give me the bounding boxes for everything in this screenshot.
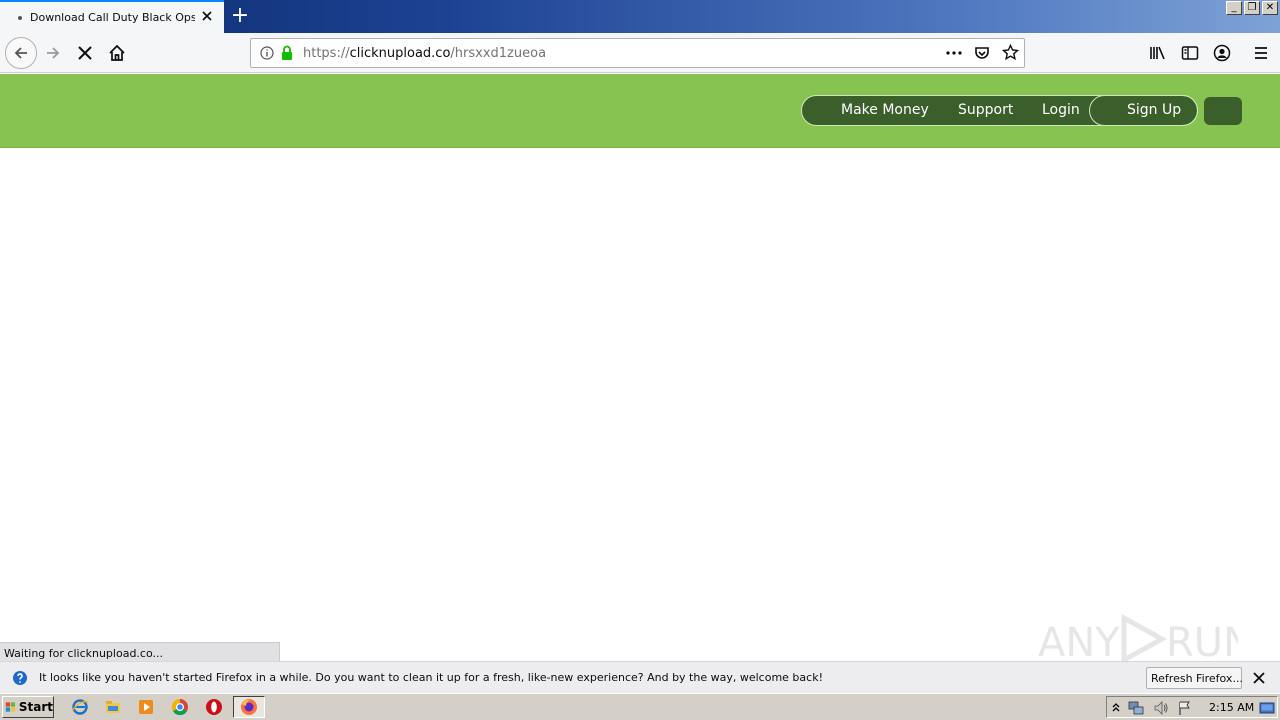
close-notification-icon[interactable] xyxy=(1252,671,1266,685)
home-icon xyxy=(109,44,125,61)
back-arrow-icon xyxy=(14,47,27,59)
question-icon xyxy=(13,671,27,685)
windows-logo-icon xyxy=(5,702,16,712)
forward-arrow-icon xyxy=(47,47,60,59)
menu-button[interactable] xyxy=(1249,41,1273,65)
svg-text:ANY: ANY xyxy=(1038,620,1120,666)
internet-explorer-icon[interactable] xyxy=(71,698,89,716)
taskbar-firefox-button[interactable] xyxy=(233,696,265,718)
show-desktop-icon[interactable] xyxy=(1259,700,1275,716)
volume-icon[interactable] xyxy=(1153,700,1169,716)
firefox-icon xyxy=(241,699,257,715)
status-panel: Waiting for clicknupload.co... xyxy=(0,642,280,662)
url-prefix: https:// xyxy=(303,46,350,61)
close-window-button[interactable]: ✕ xyxy=(1262,1,1278,15)
sidebar-button[interactable] xyxy=(1178,41,1202,65)
opera-icon[interactable] xyxy=(205,698,223,716)
nav-signup: Sign Up xyxy=(1127,102,1182,118)
hamburger-menu-icon xyxy=(1255,47,1267,59)
account-icon xyxy=(1213,44,1231,62)
network-icon[interactable] xyxy=(1128,700,1144,716)
nav-toolbar: https://clicknupload.co/hrsxxd1zueoa xyxy=(0,33,1280,73)
info-icon[interactable] xyxy=(260,46,274,60)
nav-login[interactable]: Login xyxy=(1042,102,1080,118)
window-controls: _ ❐ ✕ xyxy=(1226,1,1278,15)
notification-bar: It looks like you haven't started Firefo… xyxy=(0,661,1280,693)
close-tab-icon[interactable] xyxy=(200,9,214,23)
chrome-icon[interactable] xyxy=(171,698,189,716)
site-header: Make Money Support Login Sign Up xyxy=(0,74,1280,148)
loading-dot-icon xyxy=(18,15,22,20)
start-button[interactable]: Start xyxy=(2,696,54,718)
media-player-icon[interactable] xyxy=(137,698,155,716)
notification-message: It looks like you haven't started Firefo… xyxy=(39,671,823,684)
page-content xyxy=(0,149,1280,661)
taskbar: Start 2:15 AM xyxy=(0,693,1280,720)
url-path: /hrsxxd1zueoa xyxy=(450,46,547,61)
svg-text:RUN: RUN xyxy=(1166,620,1238,666)
header-action-button[interactable] xyxy=(1204,97,1242,125)
library-icon xyxy=(1150,46,1165,60)
bookmark-star-icon[interactable] xyxy=(1002,44,1019,61)
url-text: https://clicknupload.co/hrsxxd1zueoa xyxy=(303,46,546,61)
tab-active[interactable]: Download Call Duty Black Ops III U xyxy=(0,0,224,33)
back-button[interactable] xyxy=(5,37,37,69)
tab-strip: Download Call Duty Black Ops III U + _ ❐… xyxy=(0,0,1280,33)
nav-support[interactable]: Support xyxy=(958,102,1013,118)
system-tray: 2:15 AM xyxy=(1106,696,1278,718)
show-hidden-icons-icon[interactable] xyxy=(1111,701,1121,713)
lock-icon[interactable] xyxy=(280,45,294,61)
url-bar[interactable]: https://clicknupload.co/hrsxxd1zueoa xyxy=(250,38,1025,68)
file-explorer-icon[interactable] xyxy=(104,698,122,716)
minimize-button[interactable]: _ xyxy=(1226,1,1242,15)
forward-button[interactable] xyxy=(41,41,65,65)
site-nav: Make Money Support Login Sign Up xyxy=(801,95,1198,126)
refresh-firefox-button[interactable]: Refresh Firefox... xyxy=(1146,667,1243,689)
stop-button[interactable] xyxy=(73,41,97,65)
account-button[interactable] xyxy=(1210,41,1234,65)
home-button[interactable] xyxy=(105,41,129,65)
restore-button[interactable]: ❐ xyxy=(1244,1,1260,15)
url-host: clicknupload.co xyxy=(349,46,451,61)
library-button[interactable] xyxy=(1146,41,1170,65)
stop-icon xyxy=(78,46,92,60)
start-label: Start xyxy=(18,700,53,714)
sidebar-icon xyxy=(1181,46,1199,60)
clock[interactable]: 2:15 AM xyxy=(1209,701,1254,714)
tab-title: Download Call Duty Black Ops III U xyxy=(30,11,195,24)
signup-button[interactable]: Sign Up xyxy=(1089,95,1198,126)
page-actions-icon[interactable] xyxy=(945,46,963,60)
action-center-flag-icon[interactable] xyxy=(1177,700,1193,716)
nav-make-money[interactable]: Make Money xyxy=(841,102,929,118)
pocket-icon[interactable] xyxy=(974,45,990,61)
anyrun-watermark-logo: ANY RUN xyxy=(1038,613,1238,666)
new-tab-button[interactable]: + xyxy=(230,5,250,27)
